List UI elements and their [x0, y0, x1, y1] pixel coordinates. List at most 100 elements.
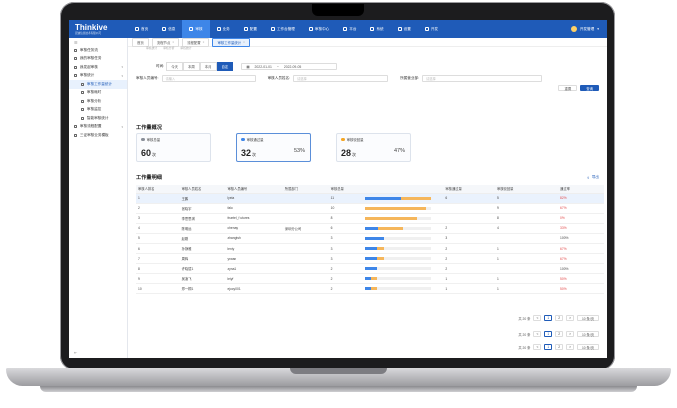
pagination: 共 20 条 <1 2 >10 条/页 [518, 344, 599, 350]
nav-item-7[interactable]: 平台 [336, 20, 363, 38]
time-option-2[interactable]: 本月 [199, 62, 217, 72]
next-page-button[interactable]: > [566, 315, 574, 321]
page-1-button[interactable]: 1 [544, 315, 553, 321]
nav-items: 首页 信息 审核 业务 配置 工作台管理 审核中心 平台 系统 设置 开发 [128, 20, 445, 38]
sidebar-item-label: 我发起审核 [79, 64, 98, 69]
sidebar-item-3[interactable]: 审核统计 ▾ [69, 72, 127, 81]
nav-item-10[interactable]: 开发 [418, 20, 445, 38]
nav-item-4[interactable]: 配置 [237, 20, 264, 38]
nav-item-3[interactable]: 业务 [210, 20, 237, 38]
cell-dept [282, 273, 329, 285]
sidebar-item-6[interactable]: 审核分析 [69, 97, 127, 106]
user-menu[interactable]: 开发管理 ▾ [570, 20, 599, 38]
table-row[interactable]: 4 陈明远 chenay 深圳分公司 6 2 4 33% [136, 223, 604, 234]
stat-card: 审核总量 60次 [136, 133, 211, 162]
submenu-icon [81, 99, 85, 103]
main-content: 首页 流程节点 × 流程配置 × 审核工作量统计 × 审核统计 审核分析 审核统计 时间: 今天… [128, 37, 607, 358]
page-size-select[interactable]: 10 条/页 [577, 315, 599, 321]
reviewer-name-select[interactable]: 请选择 [293, 75, 389, 82]
nav-item-6[interactable]: 审核中心 [302, 20, 336, 38]
nav-item-5[interactable]: 工作台管理 [264, 20, 302, 38]
sidebar-item-7[interactable]: 审核监控 [69, 106, 127, 115]
next-page-button[interactable]: > [566, 331, 574, 337]
cell-code: yrwan [225, 253, 283, 265]
query-button[interactable]: 查询 [580, 85, 599, 91]
nav-icon [424, 27, 429, 31]
cell-bar [363, 253, 444, 265]
reviewer-id-input[interactable]: 请输入 [161, 75, 256, 82]
table-row[interactable]: 9 吴凌飞 leiyf 2 1 1 50% [136, 273, 604, 285]
prev-page-button[interactable]: < [533, 315, 542, 321]
page-1-button[interactable]: 1 [544, 344, 553, 350]
table-row[interactable]: 3 李思思琪 fnartel_f utures 8 8 0% [136, 213, 604, 224]
tab-3[interactable]: 审核工作量统计 × [212, 37, 250, 47]
table-row[interactable]: 10 郑一桐1 ejocy001 2 1 1 50% [136, 283, 604, 295]
sidebar-item-2[interactable]: 我发起审核 ▾ [69, 63, 127, 72]
nav-item-2[interactable]: 审核 [182, 20, 210, 38]
page-1-button[interactable]: 1 [544, 331, 553, 337]
next-page-button[interactable]: > [566, 344, 574, 350]
page-2-button[interactable]: 2 [555, 331, 564, 337]
nav-label: 开发 [430, 26, 439, 31]
page-size-select[interactable]: 10 条/页 [577, 344, 599, 350]
export-button[interactable]: ⇪ 导出 [587, 175, 599, 180]
cell-code: ejocy001 [225, 283, 283, 295]
nav-item-0[interactable]: 首页 [128, 20, 155, 38]
page-2-button[interactable]: 2 [555, 344, 564, 350]
time-option-1[interactable]: 本周 [182, 62, 200, 72]
nav-item-1[interactable]: 信息 [155, 20, 182, 38]
bar-pass [365, 287, 372, 291]
table-row[interactable]: 7 周辉 yrwan 3 2 1 67% [136, 253, 604, 265]
dept-select[interactable]: 请选择 [422, 75, 543, 82]
submenu-icon [81, 116, 85, 120]
sidebar-item-4[interactable]: 审核工作量统计 [69, 80, 127, 89]
nav-item-9[interactable]: 设置 [391, 20, 418, 38]
table-row[interactable]: 8 许晓斌1 zyna1 2 2 100% [136, 263, 604, 275]
logo[interactable]: Thinkive 思迪信息技术有限公司 [69, 20, 128, 38]
cell-bar [363, 233, 444, 244]
nav-icon [243, 27, 248, 31]
time-option-3[interactable]: 自定 [216, 62, 234, 72]
progress-bar [365, 267, 432, 271]
logo-subtext: 思迪信息技术有限公司 [75, 31, 101, 35]
sidebar: ☰ 审核任务流 我的审核任务 我发起审核 ▾ 审核统计 ▾ 审核工作量统计 审核耗时 审核分析审… [69, 38, 128, 358]
close-icon[interactable]: × [172, 40, 174, 44]
bar-pass [365, 226, 379, 230]
close-icon[interactable]: × [243, 40, 245, 44]
close-icon[interactable]: × [203, 40, 205, 44]
sidebar-item-5[interactable]: 审核耗时 [69, 89, 127, 98]
sidebar-item-10[interactable]: 三证审核业务模板 [69, 131, 127, 140]
page-size-select[interactable]: 10 条/页 [577, 331, 599, 337]
table-row[interactable]: 5 赵刚 zhangtsh 3 3 100% [136, 233, 604, 244]
cell-rank: 8 [136, 263, 180, 275]
menu-toggle-icon[interactable]: ☰ [69, 38, 127, 46]
sidebar-item-8[interactable]: 智能审核统计 [69, 114, 127, 123]
nav-icon [216, 27, 221, 31]
bar-pass [365, 196, 402, 200]
prev-page-button[interactable]: < [533, 331, 542, 337]
nav-label: 审核中心 [314, 26, 330, 31]
cell-pass [443, 213, 495, 224]
sidebar-item-1[interactable]: 我的审核任务 [69, 55, 127, 64]
date-range-picker[interactable]: ▦ 2022-01-01 ~ 2022-09-05 [241, 63, 338, 71]
cell-bar [363, 223, 444, 234]
page-2-button[interactable]: 2 [555, 315, 564, 321]
time-option-0[interactable]: 今天 [166, 62, 183, 72]
cell-code: leniy [225, 243, 283, 255]
dept-group: 所属营业部: 请选择 [400, 75, 543, 82]
cell-pass: 6 [443, 193, 495, 204]
reset-button[interactable]: 重置 [558, 85, 578, 91]
table-row[interactable]: 2 张晓宇 falo 10 9 67% [136, 203, 604, 214]
sidebar-item-9[interactable]: 审核流程配置 ▾ [69, 123, 127, 132]
prev-page-button[interactable]: < [533, 344, 542, 350]
column-header: 审核驳回量 [494, 185, 559, 194]
column-header: 审核人排名 [136, 185, 180, 194]
nav-item-8[interactable]: 系统 [363, 20, 390, 38]
cell-total: 6 [328, 223, 364, 234]
collapse-icon[interactable]: ⇤ [74, 350, 77, 355]
cell-total: 2 [328, 263, 364, 275]
table-row[interactable]: 1 王鹏 lyeia 11 6 5 82% [136, 193, 604, 204]
table-row[interactable]: 6 孙静雅 leniy 3 2 1 67% [136, 243, 604, 255]
cell-reject: 1 [494, 273, 559, 285]
sidebar-item-0[interactable]: 审核任务流 [69, 46, 127, 55]
